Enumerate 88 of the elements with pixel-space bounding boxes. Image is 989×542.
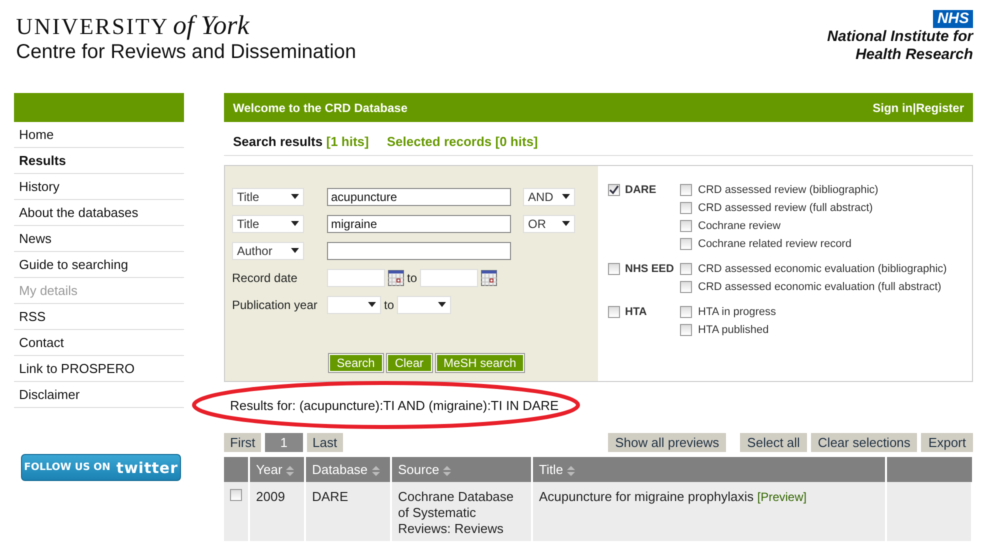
action-button[interactable]: Export — [921, 433, 973, 452]
checkbox[interactable] — [680, 263, 692, 275]
field-label: Publication year — [232, 298, 318, 312]
preview-link[interactable]: [Preview] — [757, 490, 807, 504]
calendar-icon[interactable] — [388, 270, 404, 286]
table-cell: Acupuncture for migraine prophylaxis [Preview] — [532, 482, 886, 541]
table-cell: 2009 — [249, 482, 305, 541]
sidebar-item[interactable]: Link to PROSPERO — [14, 356, 184, 382]
university-logo-script: of York — [173, 10, 250, 41]
banner-title: Welcome to the CRD Database — [233, 100, 408, 114]
checkbox[interactable] — [680, 306, 692, 318]
table-cell: DARE — [305, 482, 391, 541]
institute-name: National Institute for — [827, 28, 973, 46]
database-label: HTA — [625, 306, 647, 318]
record-type-label: HTA in progress — [698, 306, 776, 318]
caret-icon — [291, 194, 299, 199]
search-term-field[interactable]: acupuncture — [327, 188, 511, 206]
checkbox[interactable] — [608, 306, 620, 318]
table-header-cell[interactable]: Title — [532, 457, 886, 482]
separator: | — [912, 100, 916, 114]
date-field[interactable] — [327, 268, 385, 286]
dropdown[interactable]: Title — [232, 214, 304, 232]
table-cell: Cochrane Database of Systematic Reviews: Reviews — [391, 482, 532, 541]
field-label: Record date — [232, 270, 298, 284]
sidebar-item[interactable]: Guide to searching — [14, 252, 184, 278]
checkbox[interactable] — [680, 238, 692, 250]
caret-icon — [291, 248, 299, 253]
record-type-label: CRD assessed review (bibliographic) — [698, 184, 878, 196]
sidebar-item[interactable]: Contact — [14, 330, 184, 356]
sort-icon[interactable] — [567, 466, 576, 476]
checkbox[interactable] — [608, 263, 620, 275]
results-tab[interactable]: Search results [1 hits] — [233, 134, 369, 149]
record-type-label: CRD assessed economic evaluation (bibliographic) — [698, 263, 947, 275]
institute-name: Health Research — [855, 46, 973, 64]
table-header-cell[interactable]: Source — [391, 457, 532, 482]
sidebar-item[interactable]: Home — [14, 122, 184, 148]
record-type-label: CRD assessed economic evaluation (full abstract) — [698, 281, 942, 293]
database-label: NHS EED — [625, 263, 674, 275]
action-button[interactable]: Show all previews — [608, 433, 726, 452]
record-type-label: CRD assessed review (full abstract) — [698, 202, 873, 214]
record-type-label: HTA published — [698, 324, 769, 336]
dropdown[interactable]: AND — [523, 188, 575, 206]
dropdown[interactable] — [397, 296, 452, 314]
sidebar-item[interactable]: History — [14, 174, 184, 200]
caret-icon — [562, 221, 570, 226]
checkbox[interactable] — [680, 220, 692, 232]
action-button[interactable]: Clear selections — [810, 433, 918, 452]
results-query-text: Results for: (acupuncture):TI AND (migraine):TI IN DARE — [230, 398, 559, 413]
record-type-label: Cochrane review — [698, 220, 781, 232]
dropdown[interactable] — [327, 296, 381, 314]
record-type-label: Cochrane related review record — [698, 238, 852, 250]
university-logo-text: UNIVERSITY — [16, 14, 169, 40]
pager-button[interactable]: Last — [306, 433, 344, 452]
sidebar-item[interactable]: Disclaimer — [14, 382, 184, 408]
sort-icon[interactable] — [286, 466, 294, 476]
table-header-cell[interactable]: Year — [249, 457, 305, 482]
caret-icon — [291, 221, 299, 226]
search-term-field[interactable]: migraine — [327, 214, 511, 232]
sort-icon[interactable] — [372, 466, 380, 476]
dropdown[interactable]: Title — [232, 188, 304, 206]
search-term-field[interactable] — [327, 242, 511, 260]
checkbox[interactable] — [230, 489, 242, 501]
checkbox[interactable] — [608, 184, 620, 196]
nhs-logo: NHS — [933, 10, 973, 28]
sidebar-item[interactable]: RSS — [14, 304, 184, 330]
sidebar-item[interactable]: About the databases — [14, 200, 184, 226]
sort-icon[interactable] — [443, 466, 452, 476]
centre-title: Centre for Reviews and Dissemination — [16, 41, 356, 64]
range-label: to — [407, 270, 418, 284]
date-field[interactable] — [420, 268, 478, 286]
action-button[interactable]: Select all — [740, 433, 807, 452]
checkbox[interactable] — [680, 184, 692, 196]
checkbox[interactable] — [680, 202, 692, 214]
sidebar-item[interactable]: Results — [14, 148, 184, 174]
caret-icon — [562, 194, 570, 199]
dropdown[interactable]: OR — [523, 214, 575, 232]
caret-icon — [368, 302, 376, 307]
pager-button[interactable]: First — [224, 433, 262, 452]
calendar-icon[interactable] — [481, 270, 498, 286]
table-header-cell[interactable]: Database — [305, 457, 391, 482]
dropdown[interactable]: Author — [232, 242, 304, 260]
caret-icon — [438, 302, 446, 307]
checkbox[interactable] — [680, 281, 692, 293]
pager-button[interactable]: 1 — [265, 433, 303, 452]
range-label: to — [384, 298, 394, 312]
checkbox[interactable] — [680, 324, 692, 336]
sidebar-item[interactable]: News — [14, 226, 184, 252]
database-label: DARE — [625, 184, 656, 196]
